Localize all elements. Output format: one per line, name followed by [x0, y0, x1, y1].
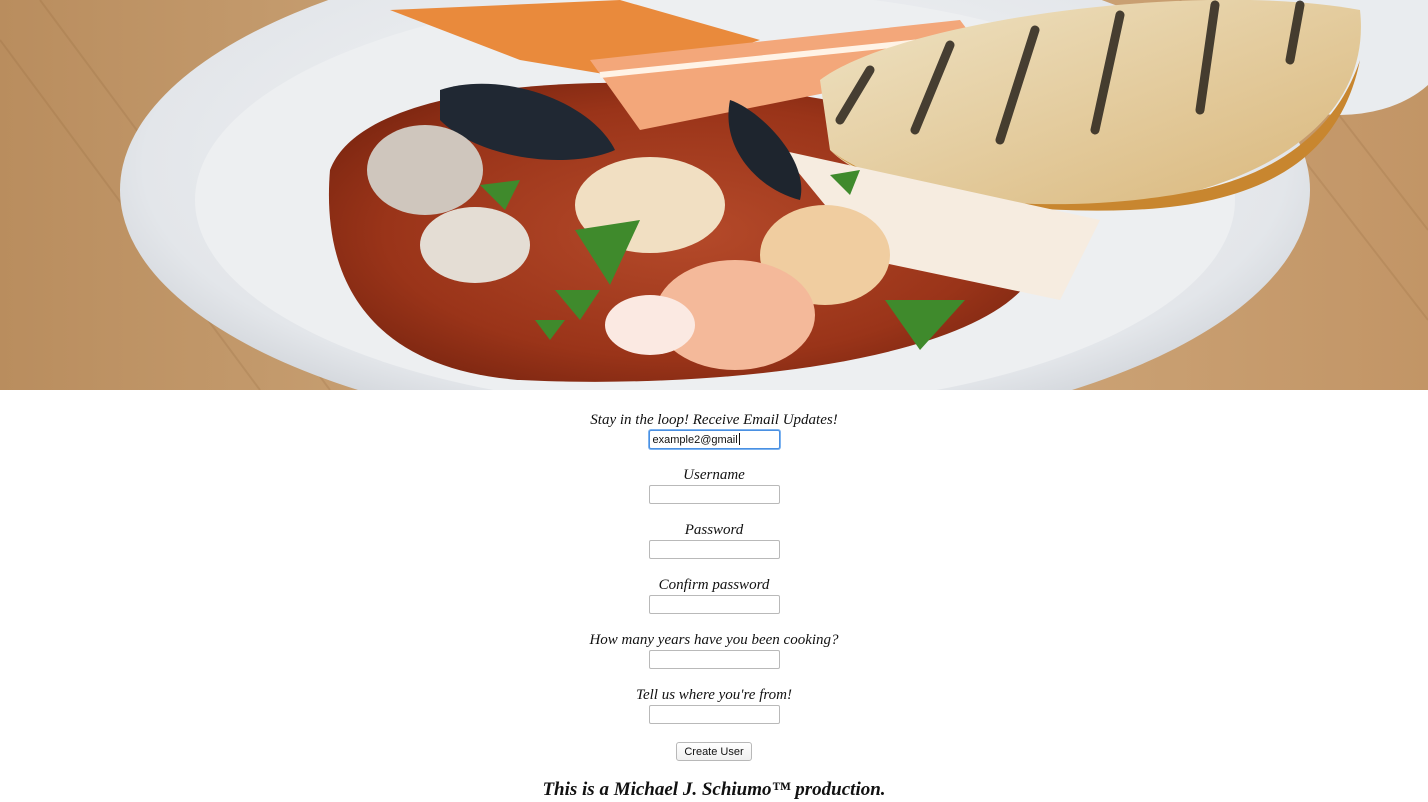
email-value: example2@gmail [652, 434, 738, 446]
password-input[interactable] [648, 540, 780, 559]
confirm-password-field-group: Confirm password [0, 575, 1428, 630]
location-label: Tell us where you're from! [636, 687, 792, 703]
confirm-password-input[interactable] [648, 595, 780, 614]
username-field-group: Username [0, 465, 1428, 520]
seafood-stew-photo [0, 0, 1428, 390]
location-input[interactable] [648, 705, 780, 724]
years-cooking-field-group: How many years have you been cooking? [0, 630, 1428, 685]
confirm-password-label: Confirm password [658, 577, 770, 593]
years-cooking-label: How many years have you been cooking? [589, 632, 839, 648]
password-field-group: Password [0, 520, 1428, 575]
location-field-group: Tell us where you're from! [0, 685, 1428, 740]
text-caret [738, 433, 740, 445]
email-field[interactable]: example2@gmail [648, 430, 780, 449]
username-label: Username [683, 467, 745, 483]
footer-credit: This is a Michael J. Schiumo™ production… [542, 779, 886, 800]
email-field-group: Stay in the loop! Receive Email Updates!… [0, 410, 1428, 465]
password-label: Password [684, 522, 744, 538]
years-cooking-input[interactable] [648, 650, 780, 669]
hero-image [0, 0, 1428, 390]
email-label: Stay in the loop! Receive Email Updates! [590, 412, 838, 428]
username-input[interactable] [648, 485, 780, 504]
signup-form: Stay in the loop! Receive Email Updates!… [0, 410, 1428, 761]
email-field-wrapper: example2@gmail [648, 430, 780, 449]
create-user-button[interactable]: Create User [676, 742, 752, 761]
